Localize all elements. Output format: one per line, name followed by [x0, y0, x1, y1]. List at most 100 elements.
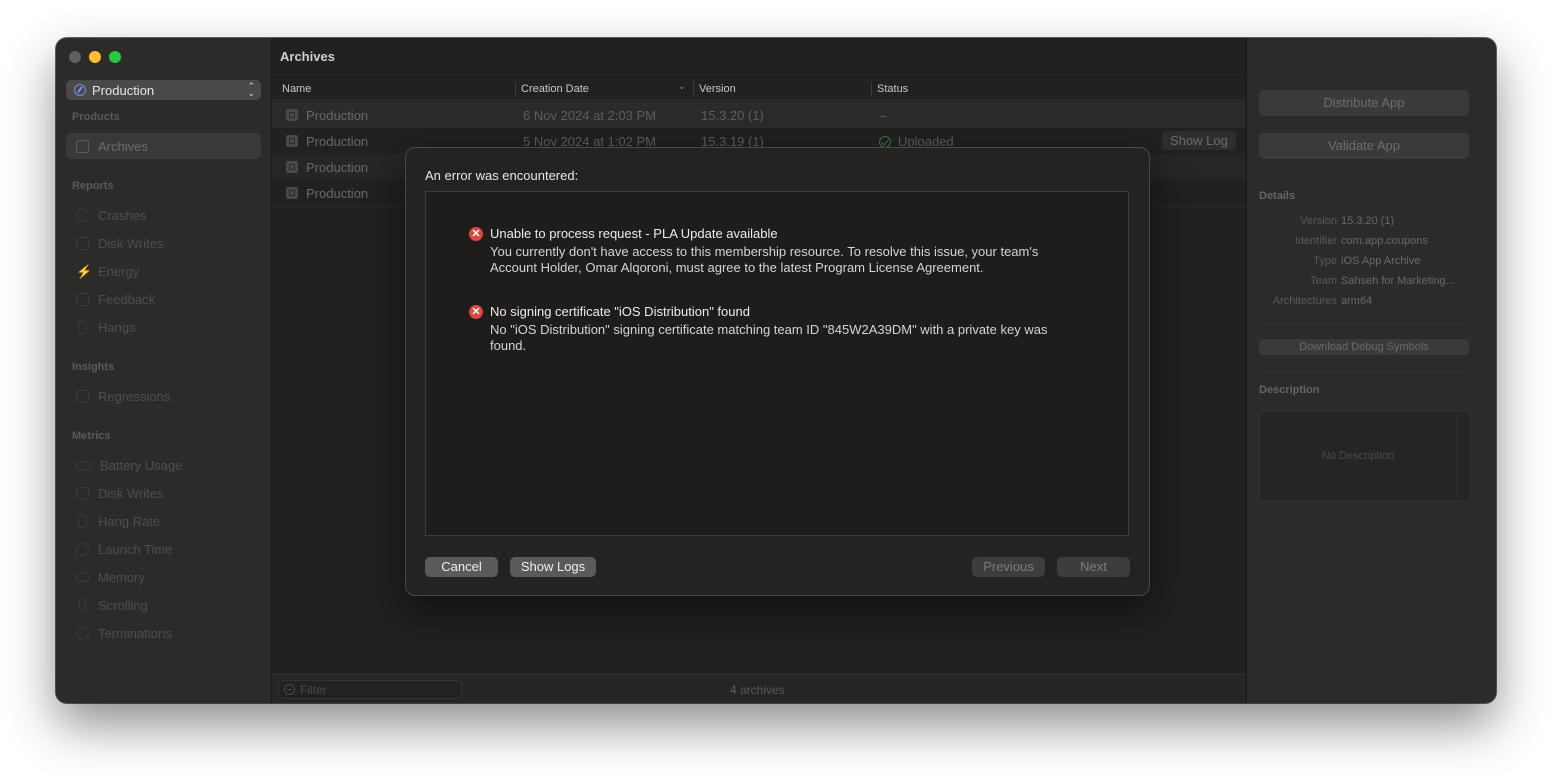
error-sheet: An error was encountered: ✕ Unable to pr… — [405, 147, 1150, 596]
sidebar-item-launch-time[interactable]: Launch Time — [66, 536, 261, 562]
sidebar-item-feedback[interactable]: Feedback — [66, 286, 261, 312]
scheme-label: Production — [92, 82, 155, 98]
detail-value: iOS App Archive — [1341, 255, 1421, 267]
zoom-window-button[interactable] — [109, 51, 121, 63]
scrollbar — [1457, 412, 1458, 501]
show-logs-button[interactable]: Show Logs — [510, 557, 596, 577]
sidebar-item-label: Disk Writes — [98, 485, 164, 501]
column-header-status[interactable]: Status — [877, 83, 908, 95]
hourglass-icon — [78, 320, 87, 334]
minimize-window-button[interactable] — [89, 51, 101, 63]
sidebar-item-archives[interactable]: Archives — [66, 133, 261, 159]
table-header: Name Creation Date ⌄ Version Status — [272, 77, 1245, 101]
app-icon — [74, 84, 86, 96]
description-placeholder: No Description — [1321, 450, 1395, 462]
cancel-button[interactable]: Cancel — [425, 557, 498, 577]
sidebar-item-label: Hang Rate — [98, 513, 161, 529]
details-header: Details — [1259, 190, 1296, 202]
divider — [1259, 371, 1469, 372]
section-header-products: Products — [72, 111, 120, 123]
inspector-pane: Distribute App Validate App Details Vers… — [1246, 38, 1496, 703]
sidebar: Production ⌃ ⌄ Products Archives Reports … — [56, 38, 272, 703]
sidebar-item-terminations[interactable]: Terminations — [66, 620, 261, 646]
show-log-button[interactable]: Show Log — [1162, 131, 1236, 150]
archive-version: 15.3.20 (1) — [701, 108, 764, 123]
divider — [1259, 324, 1469, 325]
column-header-creation-date[interactable]: Creation Date — [521, 83, 589, 95]
chevron-up-down-icon: ⌃ ⌄ — [247, 81, 255, 98]
error-description: No "iOS Distribution" signing certificat… — [490, 322, 1048, 353]
sidebar-item-disk-writes[interactable]: Disk Writes — [66, 230, 261, 256]
sidebar-item-scrolling[interactable]: Scrolling — [66, 592, 261, 618]
sidebar-item-hang-rate[interactable]: Hang Rate — [66, 508, 261, 534]
disk-icon — [76, 486, 89, 500]
column-divider — [693, 82, 694, 96]
sidebar-item-label: Battery Usage — [100, 457, 183, 473]
crash-icon — [76, 208, 89, 222]
error-x-icon: ✕ — [469, 227, 483, 241]
detail-value: com.app.coupons — [1341, 235, 1428, 247]
archive-count: 4 archives — [730, 683, 785, 697]
filter-icon — [284, 684, 295, 695]
sidebar-item-crashes[interactable]: Crashes — [66, 202, 261, 228]
section-header-metrics: Metrics — [72, 430, 111, 442]
archive-icon — [286, 161, 298, 173]
filter-input[interactable]: Filter — [278, 680, 462, 699]
sidebar-item-regressions[interactable]: Regressions — [66, 383, 261, 409]
disk-icon — [76, 236, 89, 250]
sidebar-item-label: Crashes — [98, 207, 147, 223]
validate-app-button[interactable]: Validate App — [1259, 133, 1469, 159]
distribute-app-button[interactable]: Distribute App — [1259, 90, 1469, 116]
next-button[interactable]: Next — [1057, 557, 1130, 577]
sort-descending-icon: ⌄ — [678, 81, 686, 91]
sidebar-item-label: Hangs — [98, 319, 136, 335]
close-window-button[interactable] — [69, 51, 81, 63]
detail-key: Type — [1313, 255, 1337, 267]
sidebar-item-label: Feedback — [98, 291, 156, 307]
error-title: Unable to process request - PLA Update a… — [490, 226, 778, 241]
error-title: No signing certificate "iOS Distribution… — [490, 304, 750, 319]
archive-status: – — [879, 108, 887, 123]
xcode-organizer-window: Production ⌃ ⌄ Products Archives Reports … — [56, 38, 1496, 703]
hourglass-icon — [78, 514, 87, 528]
scroll-icon — [79, 598, 86, 612]
column-divider — [515, 82, 516, 96]
memory-icon — [76, 572, 89, 582]
scheme-selector[interactable]: Production ⌃ ⌄ — [66, 80, 261, 100]
sidebar-item-label: Scrolling — [98, 597, 148, 613]
table-row[interactable]: Production 6 Nov 2024 at 2:03 PM 15.3.20… — [272, 102, 1245, 128]
feedback-icon — [76, 292, 89, 306]
sidebar-item-energy[interactable]: ⚡ Energy — [66, 258, 261, 284]
description-field[interactable]: No Description — [1259, 411, 1471, 502]
error-x-icon: ✕ — [469, 305, 483, 319]
column-header-version[interactable]: Version — [699, 83, 736, 95]
detail-key: Identifier — [1294, 235, 1337, 247]
detail-key: Version — [1300, 215, 1337, 227]
download-debug-symbols-button[interactable]: Download Debug Symbols — [1259, 339, 1469, 355]
detail-key: Architectures — [1272, 295, 1337, 307]
sidebar-item-label: Energy — [98, 263, 140, 279]
description-header: Description — [1259, 384, 1320, 396]
archive-name: Production — [306, 160, 369, 175]
sidebar-item-label: Launch Time — [98, 541, 173, 557]
column-divider — [871, 82, 872, 96]
column-header-name[interactable]: Name — [282, 83, 311, 95]
sidebar-item-hangs[interactable]: Hangs — [66, 314, 261, 340]
sidebar-item-disk-writes-metric[interactable]: Disk Writes — [66, 480, 261, 506]
previous-button[interactable]: Previous — [972, 557, 1045, 577]
detail-value: arm64 — [1341, 295, 1373, 307]
sidebar-item-label: Regressions — [98, 388, 171, 404]
archive-icon — [76, 139, 89, 153]
archive-icon — [286, 135, 298, 147]
battery-icon — [76, 460, 91, 470]
sidebar-item-memory[interactable]: Memory — [66, 564, 261, 590]
archive-icon — [286, 187, 298, 199]
sheet-title: An error was encountered: — [425, 168, 579, 183]
sidebar-item-battery-usage[interactable]: Battery Usage — [66, 452, 261, 478]
archive-icon — [286, 109, 298, 121]
sidebar-item-label: Archives — [98, 138, 148, 154]
sidebar-item-label: Memory — [98, 569, 145, 585]
detail-value: 15.3.20 (1) — [1341, 215, 1395, 227]
archive-name: Production — [306, 134, 369, 149]
section-header-insights: Insights — [72, 361, 115, 373]
